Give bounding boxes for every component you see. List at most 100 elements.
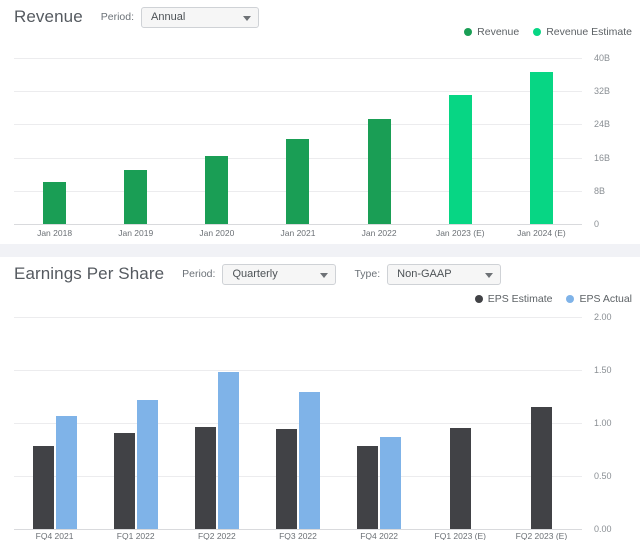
revenue-panel-header: Revenue Period: Annual Revenue Revenue E… — [0, 0, 640, 38]
eps-period-value: Quarterly — [232, 268, 278, 280]
x-axis-tick-label: FQ1 2022 — [116, 531, 155, 540]
x-axis-tick-label: FQ1 2023 (E) — [434, 531, 487, 540]
bar-group[interactable] — [339, 317, 420, 529]
legend-label-revenue: Revenue — [477, 26, 520, 38]
chart-bar[interactable] — [380, 436, 402, 529]
x-axis-tick-label: Jan 2023 (E) — [435, 228, 485, 238]
revenue-plot-area: 0 8B 16B 24B 32B 40B — [14, 53, 610, 229]
chart-bar[interactable] — [205, 155, 229, 224]
chart-bar[interactable] — [194, 427, 216, 529]
y-axis-tick-label: 16B — [594, 152, 611, 163]
page-title-revenue: Revenue — [14, 7, 83, 26]
chart-bar[interactable] — [449, 428, 471, 529]
x-axis-tick-label: FQ3 2022 — [279, 531, 317, 540]
bar-group[interactable] — [176, 58, 257, 224]
revenue-period-label: Period: — [100, 11, 135, 23]
eps-period-label: Period: — [182, 268, 216, 280]
legend-item-eps-estimate: EPS Estimate — [474, 293, 553, 305]
bar-group[interactable] — [95, 58, 176, 224]
chart-bar[interactable] — [55, 415, 77, 529]
eps-bar-chart: 0.00 0.50 1.00 1.50 2.00 — [0, 312, 640, 534]
bar-group[interactable] — [339, 58, 420, 224]
y-axis-tick-label: 2.00 — [594, 312, 612, 322]
bar-group[interactable] — [501, 58, 582, 224]
bar-group[interactable] — [14, 58, 95, 224]
x-axis-tick-label: FQ2 2022 — [197, 531, 236, 540]
chart-bar[interactable] — [217, 372, 239, 529]
bar-group[interactable] — [95, 317, 176, 529]
y-axis-tick-label: 32B — [594, 86, 611, 97]
bar-group[interactable] — [257, 317, 338, 529]
y-axis-tick-label: 0.00 — [594, 524, 612, 534]
x-axis-tick-label: Jan 2024 (E) — [517, 228, 566, 238]
chart-bar[interactable] — [136, 399, 158, 529]
chart-bar[interactable] — [298, 392, 320, 529]
eps-type-select[interactable]: Non-GAAP — [387, 263, 502, 285]
y-axis-tick-label: 0 — [594, 219, 600, 229]
bar-group[interactable] — [257, 58, 338, 224]
eps-period-select[interactable]: Quarterly — [222, 263, 337, 285]
chart-bar[interactable] — [113, 432, 135, 529]
legend-dot-icon — [566, 295, 575, 303]
y-axis-tick-label: 8B — [594, 185, 606, 196]
x-axis-tick-label: Jan 2021 — [280, 228, 316, 238]
chart-bar[interactable] — [124, 170, 148, 224]
x-axis-tick-label: Jan 2019 — [118, 228, 154, 238]
panel-divider — [0, 244, 640, 257]
eps-legend: EPS Estimate EPS Actual — [474, 293, 632, 305]
legend-item-eps-actual: EPS Actual — [566, 293, 632, 305]
x-axis-tick-label: Jan 2020 — [199, 228, 235, 238]
legend-dot-icon — [474, 295, 483, 303]
eps-x-axis-labels: FQ4 2021 FQ1 2022 FQ2 2022 FQ3 2022 FQ4 2022… — [14, 531, 582, 540]
bar-group[interactable] — [176, 317, 257, 529]
x-axis-tick-label: Jan 2018 — [37, 228, 73, 238]
revenue-period-control: Period: Annual — [100, 6, 260, 28]
bar-group[interactable] — [501, 317, 582, 529]
legend-dot-icon — [464, 28, 473, 36]
bar-group-container — [14, 58, 582, 224]
chart-bar[interactable] — [32, 446, 54, 529]
chart-bar[interactable] — [367, 119, 391, 224]
chart-bar[interactable] — [275, 429, 297, 529]
legend-label-eps-actual: EPS Actual — [579, 293, 632, 305]
chevron-down-icon — [320, 273, 329, 278]
legend-item-revenue: Revenue — [464, 26, 519, 38]
y-axis-tick-label: 24B — [594, 119, 611, 130]
bar-group[interactable] — [14, 317, 95, 529]
eps-panel-header: Earnings Per Share Period: Quarterly Typ… — [0, 257, 640, 305]
y-axis-tick-label: 1.50 — [594, 365, 612, 375]
revenue-x-axis-labels: Jan 2018 Jan 2019 Jan 2020 Jan 2021 Jan 2022… — [14, 228, 582, 238]
bar-group[interactable] — [420, 58, 501, 224]
revenue-panel: Revenue Period: Annual Revenue Revenue E… — [0, 0, 640, 244]
x-axis-tick-label: Jan 2022 — [361, 228, 397, 238]
bar-group-container — [14, 317, 582, 529]
eps-panel: Earnings Per Share Period: Quarterly Typ… — [0, 257, 640, 540]
chart-bar[interactable] — [530, 407, 552, 529]
chart-bar[interactable] — [43, 182, 67, 224]
y-axis-tick-label: 0.50 — [594, 471, 612, 481]
eps-period-control: Period: Quarterly — [182, 263, 337, 285]
chevron-down-icon — [485, 273, 494, 278]
financial-charts-page: Revenue Period: Annual Revenue Revenue E… — [0, 0, 640, 540]
chart-bar[interactable] — [286, 138, 310, 224]
x-axis-tick-label: FQ2 2023 (E) — [515, 531, 568, 540]
chevron-down-icon — [243, 16, 252, 21]
chart-bar[interactable] — [448, 95, 472, 224]
eps-type-value: Non-GAAP — [397, 268, 452, 280]
chart-bar[interactable] — [529, 71, 553, 224]
revenue-legend: Revenue Revenue Estimate — [464, 26, 632, 38]
bar-group[interactable] — [420, 317, 501, 529]
page-title-eps: Earnings Per Share — [14, 264, 165, 283]
legend-dot-icon — [533, 28, 542, 36]
chart-bar[interactable] — [357, 446, 379, 529]
x-axis-tick-label: FQ4 2022 — [360, 531, 399, 540]
eps-type-control: Type: Non-GAAP — [354, 263, 502, 285]
revenue-period-select[interactable]: Annual — [141, 6, 260, 28]
revenue-bar-chart: 0 8B 16B 24B 32B 40B — [0, 53, 640, 229]
x-axis-tick-label: FQ4 2021 — [35, 531, 74, 540]
gridline — [14, 224, 582, 225]
gridline — [14, 529, 582, 530]
eps-plot-area: 0.00 0.50 1.00 1.50 2.00 — [14, 312, 612, 534]
revenue-period-value: Annual — [151, 11, 186, 23]
legend-label-eps-estimate: EPS Estimate — [487, 293, 553, 305]
